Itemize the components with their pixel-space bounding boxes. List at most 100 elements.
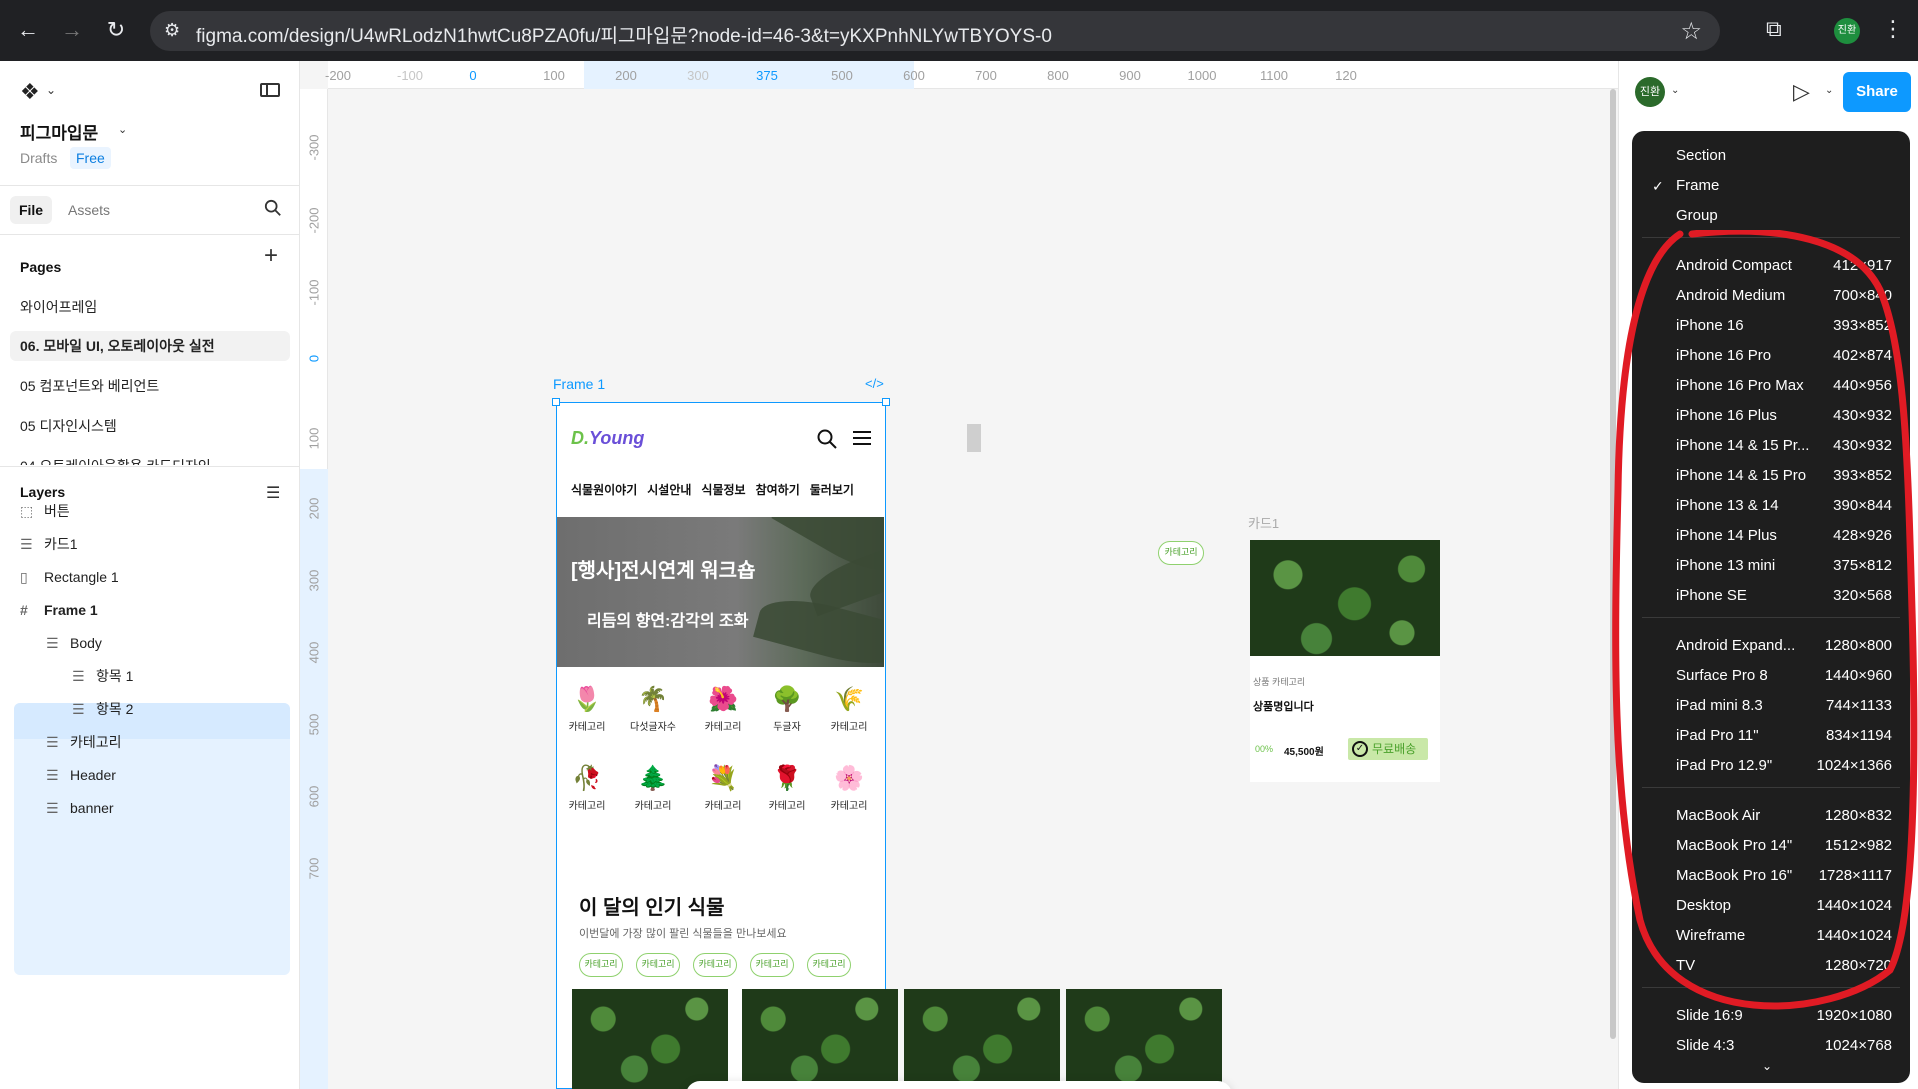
- card-image: [1250, 540, 1440, 656]
- menu-item[interactable]: MacBook Pro 16" 1728×1117: [1632, 861, 1910, 891]
- menu-item[interactable]: Slide 16:9 1920×1080: [1632, 1001, 1910, 1031]
- menu-item[interactable]: Android Expand... 1280×800: [1632, 631, 1910, 661]
- layers-collapse-icon[interactable]: ☰: [266, 483, 280, 503]
- extensions-icon[interactable]: ⧉: [1766, 16, 1782, 42]
- menu-item-size: 1024×768: [1824, 1037, 1892, 1054]
- address-bar[interactable]: ⚙ figma.com/design/U4wRLodzN1hwtCu8PZA0f…: [150, 11, 1720, 51]
- code-icon[interactable]: </>: [865, 376, 884, 391]
- page-item[interactable]: 05 컴포넌트와 베리언트: [10, 371, 290, 401]
- design-canvas[interactable]: -200 -100 0 100 200 300 375 500 600 700 800 900 1000…: [300, 61, 1618, 1089]
- layer-row[interactable]: ☰ 항목 1: [72, 658, 133, 694]
- canvas-scrollbar[interactable]: [1610, 89, 1616, 1039]
- menu-item[interactable]: iPhone 13 & 14 390×844: [1632, 491, 1910, 521]
- tab-assets[interactable]: Assets: [68, 202, 110, 218]
- category-label: 두글자: [773, 722, 801, 733]
- layer-row[interactable]: ☰ 카드1: [20, 526, 78, 562]
- autolayout-icon: ☰: [46, 734, 59, 750]
- menu-item[interactable]: iPad mini 8.3 744×1133: [1632, 691, 1910, 721]
- menu-item[interactable]: Android Medium 700×840: [1632, 281, 1910, 311]
- menu-item[interactable]: iPhone 14 & 15 Pr... 430×932: [1632, 431, 1910, 461]
- page-item[interactable]: 와이어프레임: [10, 292, 290, 322]
- card-1[interactable]: 상품 카테고리 상품명입니다 00% 45,500원 ✓ 무료배송: [1250, 540, 1440, 782]
- menu-item[interactable]: iPhone 16 Plus 430×932: [1632, 401, 1910, 431]
- profile-avatar[interactable]: 진환: [1834, 18, 1860, 44]
- reload-icon[interactable]: ↻: [100, 14, 132, 46]
- site-settings-icon[interactable]: ⚙: [164, 20, 186, 42]
- menu-divider: [1642, 787, 1900, 788]
- url-text[interactable]: figma.com/design/U4wRLodzN1hwtCu8PZA0fu/…: [196, 21, 1052, 48]
- menu-item[interactable]: iPhone SE 320×568: [1632, 581, 1910, 611]
- ruler-tick: 200: [306, 497, 322, 520]
- menu-item[interactable]: TV 1280×720: [1632, 951, 1910, 981]
- chevron-down-icon[interactable]: ⌄: [1825, 85, 1833, 96]
- menu-item[interactable]: Section: [1632, 141, 1910, 171]
- plant-icon: 🌹: [772, 765, 802, 792]
- chevron-down-icon[interactable]: ⌄: [46, 83, 56, 97]
- category-chip: 카테고리: [807, 953, 851, 977]
- menu-item-label: iPhone 16 Pro Max: [1676, 377, 1804, 394]
- menu-item[interactable]: Surface Pro 8 1440×960: [1632, 661, 1910, 691]
- menu-item[interactable]: ✓ Frame: [1632, 171, 1910, 201]
- menu-item-label: iPhone 14 Plus: [1676, 527, 1777, 544]
- menu-item[interactable]: iPhone 14 & 15 Pro 393×852: [1632, 461, 1910, 491]
- search-icon[interactable]: [264, 199, 282, 217]
- card-name-label[interactable]: 카드1: [1248, 513, 1279, 532]
- page-item[interactable]: 04 오토레이아웃활용 카드디자인: [10, 451, 290, 465]
- layer-row[interactable]: ☰ Header: [46, 757, 116, 793]
- menu-item[interactable]: iPhone 13 mini 375×812: [1632, 551, 1910, 581]
- menu-item[interactable]: iPhone 16 Pro 402×874: [1632, 341, 1910, 371]
- menu-item[interactable]: Group: [1632, 201, 1910, 231]
- resize-handle[interactable]: [882, 398, 890, 406]
- menu-item-size: 412×917: [1833, 257, 1892, 274]
- drafts-label[interactable]: Drafts: [20, 150, 57, 166]
- category-chip[interactable]: 카테고리: [1158, 541, 1204, 565]
- rectangle-1[interactable]: [967, 424, 981, 452]
- layer-row[interactable]: ☰ 항목 2: [72, 691, 133, 727]
- layer-row[interactable]: ⬚ 버튼: [20, 493, 70, 529]
- category-label: 카테고리: [704, 801, 742, 812]
- browser-menu-icon[interactable]: ⋮: [1882, 16, 1904, 42]
- layer-row[interactable]: ☰ banner: [46, 790, 114, 826]
- add-page-icon[interactable]: +: [264, 244, 278, 268]
- menu-item[interactable]: Slide 4:3 1024×768: [1632, 1031, 1910, 1061]
- resize-handle[interactable]: [552, 398, 560, 406]
- layer-row[interactable]: ▯ Rectangle 1: [20, 559, 119, 595]
- menu-item[interactable]: iPad Pro 12.9" 1024×1366: [1632, 751, 1910, 781]
- menu-item[interactable]: iPhone 16 393×852: [1632, 311, 1910, 341]
- layer-row[interactable]: # Frame 1: [20, 592, 98, 628]
- chevron-down-icon[interactable]: ⌄: [118, 123, 127, 136]
- menu-item[interactable]: iPad Pro 11" 834×1194: [1632, 721, 1910, 751]
- page-item[interactable]: 05 디자인시스템: [10, 411, 290, 441]
- menu-item[interactable]: MacBook Air 1280×832: [1632, 801, 1910, 831]
- frame-name-label[interactable]: Frame 1: [553, 376, 605, 392]
- scroll-down-chevron-icon[interactable]: ⌄: [1762, 1059, 1772, 1073]
- present-play-icon[interactable]: ▷: [1793, 79, 1810, 105]
- menu-item[interactable]: iPhone 14 Plus 428×926: [1632, 521, 1910, 551]
- menu-item[interactable]: Android Compact 412×917: [1632, 251, 1910, 281]
- tab-file[interactable]: File: [10, 196, 52, 224]
- menu-item[interactable]: Wireframe 1440×1024: [1632, 921, 1910, 951]
- forward-icon[interactable]: →: [56, 14, 88, 46]
- layer-row[interactable]: ☰ Body: [46, 625, 102, 661]
- share-button[interactable]: Share: [1843, 72, 1911, 112]
- sidebar-toggle-icon[interactable]: [260, 83, 280, 97]
- menu-item[interactable]: MacBook Pro 14" 1512×982: [1632, 831, 1910, 861]
- chevron-down-icon[interactable]: ⌄: [1671, 85, 1679, 96]
- frame-1[interactable]: D.Young 식물원이야기 시설안내 식물정보 참여하기 둘러보기 [행사]전시연계 …: [556, 402, 886, 1089]
- menu-item[interactable]: iPhone 16 Pro Max 440×956: [1632, 371, 1910, 401]
- figma-logo-icon[interactable]: ❖: [20, 79, 40, 105]
- menu-item-size: 744×1133: [1825, 697, 1892, 714]
- bookmark-star-icon[interactable]: ☆: [1680, 17, 1702, 46]
- plant-icon: 💐: [708, 765, 738, 792]
- menu-item-size: 834×1194: [1825, 727, 1892, 744]
- ruler-tick: 200: [615, 68, 637, 83]
- back-icon[interactable]: ←: [12, 14, 44, 46]
- category-chip: 카테고리: [579, 953, 623, 977]
- popular-subtitle: 이번달에 가장 많이 팔린 식물들을 만나보세요: [579, 928, 787, 940]
- menu-item-label: iPhone SE: [1676, 587, 1747, 604]
- menu-item[interactable]: Desktop 1440×1024: [1632, 891, 1910, 921]
- avatar[interactable]: 진환: [1635, 77, 1665, 107]
- project-title[interactable]: 피그마입문: [20, 119, 98, 144]
- layer-row[interactable]: ☰ 카테고리: [46, 724, 122, 760]
- page-item-active[interactable]: 06. 모바일 UI, 오토레이아웃 실전: [10, 331, 290, 361]
